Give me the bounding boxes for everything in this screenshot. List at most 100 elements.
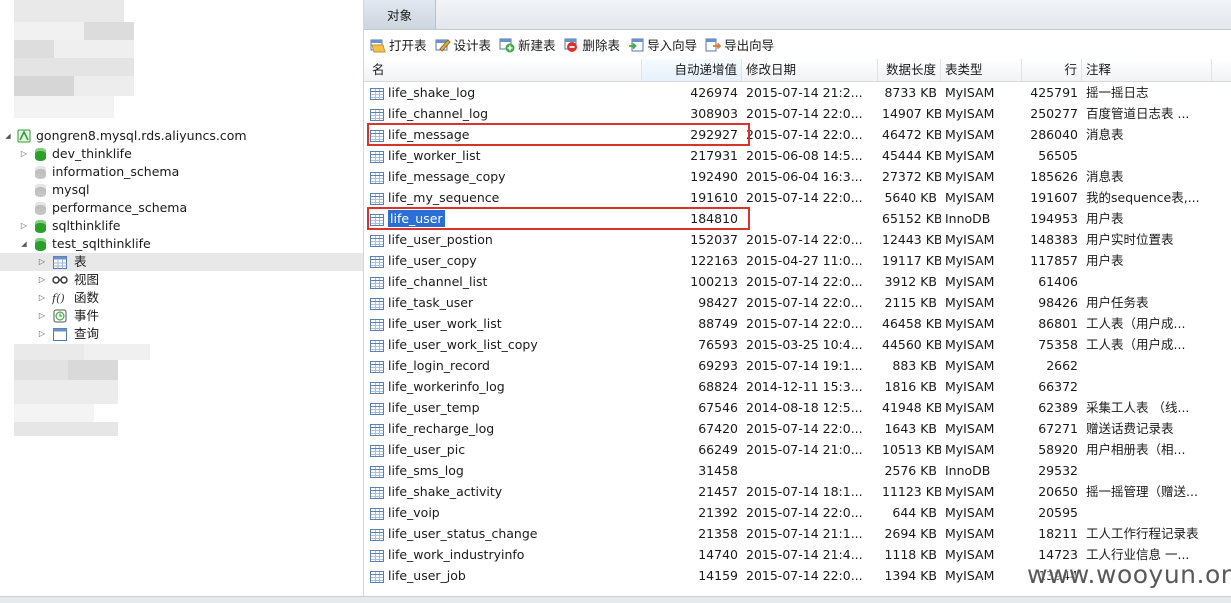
cell-auto: 14159 <box>698 568 738 583</box>
tree-node-query[interactable]: ▷ 查询 <box>0 325 363 343</box>
table-row[interactable]: life_user_work_list 88749 2015-07-14 22:0.… <box>364 313 1231 334</box>
table-name[interactable]: life_channel_log <box>388 106 488 121</box>
table-row[interactable]: life_user_status_change 21358 2015-07-14 2… <box>364 523 1231 544</box>
tree-database[interactable]: ▷ dev_thinklife <box>18 145 132 163</box>
table-name[interactable]: life_user_job <box>388 568 466 583</box>
expand-arrow-icon[interactable]: ▷ <box>36 253 48 271</box>
expand-arrow-icon[interactable]: ▷ <box>18 217 30 235</box>
cell-name: life_voip <box>364 502 642 523</box>
table-name[interactable]: life_shake_activity <box>388 484 502 499</box>
table-row[interactable]: life_sms_log 31458 2576 KB InnoDB 29532 <box>364 460 1231 481</box>
table-name[interactable]: life_workerinfo_log <box>388 379 505 394</box>
table-name[interactable]: life_login_record <box>388 358 490 373</box>
table-row[interactable]: life_voip 21392 2015-07-14 22:0... 644 KB My… <box>364 502 1231 523</box>
tree-node-glasses[interactable]: ▷ 视图 <box>0 271 363 289</box>
table-row[interactable]: life_worker_list 217931 2015-06-08 14:5...… <box>364 145 1231 166</box>
tree-database[interactable]: performance_schema <box>18 199 187 217</box>
table-name[interactable]: life_message <box>388 127 469 142</box>
table-name[interactable]: life_user_work_list_copy <box>388 337 538 352</box>
table-row[interactable]: life_channel_list 100213 2015-07-14 22:0..… <box>364 271 1231 292</box>
table-row[interactable]: life_recharge_log 67420 2015-07-14 22:0...… <box>364 418 1231 439</box>
import-wizard-button[interactable]: 导入向导 <box>628 34 697 56</box>
cell-date: 2015-07-14 22:0... <box>746 274 863 289</box>
tree-connection[interactable]: ◢ gongren8.mysql.rds.aliyuncs.com <box>2 127 246 145</box>
table-name[interactable]: life_user_temp <box>388 400 480 415</box>
table-row[interactable]: life_workerinfo_log 68824 2014-12-11 15:3.… <box>364 376 1231 397</box>
table-name[interactable]: life_sms_log <box>388 463 464 478</box>
delete-table-button[interactable]: 删除表 <box>564 34 620 56</box>
table-icon <box>370 549 384 562</box>
redacted-region <box>14 422 118 436</box>
cell-comment <box>1082 460 1212 481</box>
cell-comment: 用户实时位置表 <box>1086 232 1174 247</box>
table-name[interactable]: life_recharge_log <box>388 421 494 436</box>
table-name[interactable]: life_work_industryinfo <box>388 547 524 562</box>
table-row[interactable]: life_user_postion 152037 2015-07-14 22:0..… <box>364 229 1231 250</box>
column-header-auto[interactable]: 自动递增值 <box>642 59 742 81</box>
table-name[interactable]: life_user_status_change <box>388 526 537 541</box>
expand-arrow-icon[interactable]: ▷ <box>36 289 48 307</box>
cell-name: life_user_job <box>364 565 642 586</box>
tree-node-table[interactable]: ▷ 表 <box>0 253 363 271</box>
design-table-button[interactable]: 设计表 <box>435 34 491 56</box>
tab-objects[interactable]: 对象 <box>364 0 436 29</box>
column-header-date[interactable]: 修改日期 <box>742 59 878 81</box>
column-header-rows[interactable]: 行 <box>1022 59 1082 81</box>
table-name[interactable]: life_worker_list <box>388 148 481 163</box>
column-header-comment[interactable]: 注释 <box>1082 59 1212 81</box>
tree-database[interactable]: ▷ sqlthinklife <box>18 217 121 235</box>
tree-node-function[interactable]: ▷ f() 函数 <box>0 289 363 307</box>
table-name[interactable]: life_my_sequence <box>388 190 499 205</box>
expand-arrow-icon[interactable]: ▷ <box>18 145 30 163</box>
table-row[interactable]: life_my_sequence 191610 2015-07-14 22:0...… <box>364 187 1231 208</box>
new-table-button[interactable]: 新建表 <box>499 34 556 56</box>
table-row[interactable]: life_user_temp 67546 2014-08-18 12:5... 419… <box>364 397 1231 418</box>
table-name[interactable]: life_message_copy <box>388 169 506 184</box>
table-row[interactable]: life_channel_log 308903 2015-07-14 22:0...… <box>364 103 1231 124</box>
cell-comment: 我的sequence表,... <box>1086 190 1200 205</box>
table-row[interactable]: life_message 292927 2015-07-14 22:0... 4647… <box>364 124 1231 145</box>
table-row[interactable]: life_user_copy 122163 2015-04-27 11:0... 19… <box>364 250 1231 271</box>
cell-size: 27372 KB <box>882 169 941 184</box>
collapse-arrow-icon[interactable]: ◢ <box>2 127 14 145</box>
export-wizard-button[interactable]: 导出向导 <box>705 34 774 56</box>
cell-auto: 88749 <box>698 316 738 331</box>
table-name[interactable]: life_user_pic <box>388 442 465 457</box>
expand-arrow-icon[interactable]: ▷ <box>36 271 48 289</box>
table-row[interactable]: life_shake_log 426974 2015-07-14 21:2... 87… <box>364 82 1231 103</box>
table-name[interactable]: life_voip <box>388 505 440 520</box>
table-name[interactable]: life_channel_list <box>388 274 487 289</box>
column-header-name[interactable]: 名 <box>364 59 642 81</box>
tree-database[interactable]: mysql <box>18 181 90 199</box>
tables-grid: 名自动递增值 修改日期 数据长度 表类型行注释 life_shake_log 42697… <box>364 59 1231 596</box>
tree-database[interactable]: ◢ test_sqlthinklife <box>18 235 150 253</box>
cell-size: 41948 KB <box>882 400 941 415</box>
table-row[interactable]: life_user_work_list_copy 76593 2015-03-25 … <box>364 334 1231 355</box>
open-table-button[interactable]: 打开表 <box>370 34 427 56</box>
table-row[interactable]: life_shake_activity 21457 2015-07-14 18:1.… <box>364 481 1231 502</box>
tree-node-clock[interactable]: ▷ 事件 <box>0 307 363 325</box>
cell-rows: 58920 <box>1038 442 1078 457</box>
table-icon <box>370 129 384 142</box>
table-row[interactable]: life_user_pic 66249 2015-07-14 21:0... 1051… <box>364 439 1231 460</box>
table-row[interactable]: life_user 184810 65152 KB InnoDB 194953 用户表 <box>364 208 1231 229</box>
cell-rows: 62389 <box>1038 400 1078 415</box>
table-row[interactable]: life_task_user 98427 2015-07-14 22:0... 211… <box>364 292 1231 313</box>
table-name[interactable]: life_task_user <box>388 295 473 310</box>
collapse-arrow-icon[interactable]: ◢ <box>18 235 30 253</box>
table-name[interactable]: life_shake_log <box>388 85 475 100</box>
table-name[interactable]: life_user_copy <box>388 253 477 268</box>
table-row[interactable]: life_message_copy 192490 2015-06-04 16:3..… <box>364 166 1231 187</box>
cell-name: life_message_copy <box>364 166 642 187</box>
table-row[interactable]: life_login_record 69293 2015-07-14 19:1...… <box>364 355 1231 376</box>
column-header-type[interactable]: 表类型 <box>941 59 1022 81</box>
cell-size: 65152 KB <box>882 211 941 226</box>
database-icon <box>33 147 47 161</box>
expand-arrow-icon[interactable]: ▷ <box>36 307 48 325</box>
tree-database[interactable]: information_schema <box>18 163 179 181</box>
column-header-size[interactable]: 数据长度 <box>878 59 941 81</box>
table-name[interactable]: life_user_work_list <box>388 316 502 331</box>
expand-arrow-icon[interactable]: ▷ <box>36 325 48 343</box>
table-name[interactable]: life_user_postion <box>388 232 493 247</box>
table-name[interactable]: life_user <box>388 210 445 227</box>
